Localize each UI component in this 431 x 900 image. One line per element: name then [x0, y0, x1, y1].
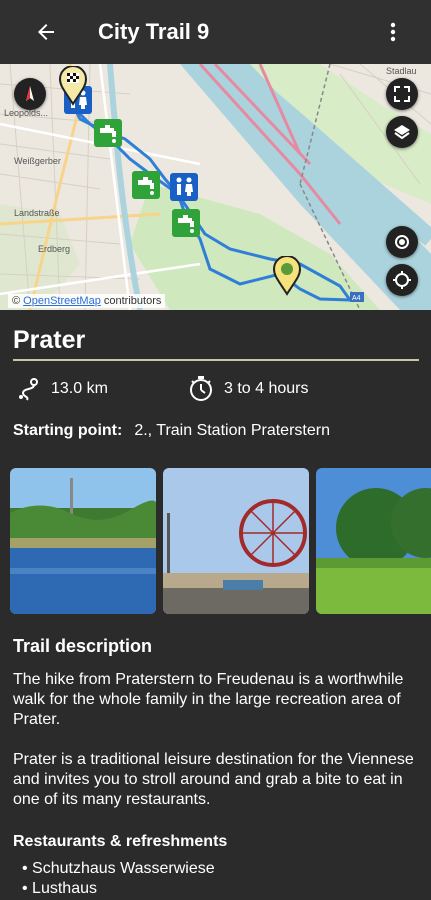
duration-value: 3 to 4 hours — [224, 380, 309, 397]
duration-stat: 3 to 4 hours — [186, 374, 309, 404]
toilet-poi-icon[interactable] — [170, 173, 198, 201]
restaurants-list: Schutzhaus Wasserwiese Lusthaus — [22, 859, 215, 899]
stopwatch-icon — [186, 374, 216, 404]
water-tap-poi-icon[interactable] — [94, 119, 122, 147]
fullscreen-button[interactable] — [386, 78, 418, 110]
compass-button[interactable] — [14, 78, 46, 110]
openstreetmap-link[interactable]: OpenStreetMap — [23, 295, 101, 307]
list-item: Schutzhaus Wasserwiese — [22, 859, 215, 879]
starting-point: Starting point: 2., Train Station Praters… — [13, 422, 330, 440]
fullscreen-icon — [394, 86, 410, 102]
description-paragraph-2: Prater is a traditional leisure destinat… — [13, 751, 414, 808]
back-button[interactable] — [18, 0, 74, 64]
gallery-photo[interactable] — [163, 468, 309, 614]
gallery-photo[interactable] — [316, 468, 431, 614]
description-title: Trail description — [13, 636, 153, 656]
trail-details: Prater 13.0 km 3 to 4 hours Starting poi… — [0, 310, 431, 900]
distance-stat: 13.0 km — [13, 374, 108, 404]
gallery-photo[interactable] — [10, 468, 156, 614]
arrow-back-icon — [38, 24, 54, 40]
start-flag-marker-icon[interactable] — [58, 66, 88, 106]
list-item: Lusthaus — [22, 879, 215, 899]
svg-text:Stadlau: Stadlau — [386, 66, 417, 76]
svg-text:Weißgerber: Weißgerber — [14, 156, 61, 166]
starting-point-label: Starting point: — [13, 422, 123, 439]
more-vert-icon — [390, 22, 396, 42]
svg-text:Erdberg: Erdberg — [38, 244, 70, 254]
layers-icon — [394, 125, 410, 140]
svg-text:A4: A4 — [352, 295, 361, 302]
layers-button[interactable] — [386, 116, 418, 148]
water-tap-poi-icon[interactable] — [132, 171, 160, 199]
distance-value: 13.0 km — [51, 380, 108, 397]
svg-text:Landstraße: Landstraße — [14, 208, 60, 218]
map-attribution: © OpenStreetMap contributors — [8, 294, 166, 308]
app-bar: City Trail 9 — [0, 0, 431, 64]
trail-map[interactable]: Leopolds... Weißgerber Landstraße Erdber… — [0, 64, 431, 310]
locate-button[interactable] — [386, 264, 418, 296]
page-title: City Trail 9 — [98, 19, 210, 44]
restaurants-title: Restaurants & refreshments — [13, 833, 228, 850]
trail-name: Prater — [13, 326, 86, 354]
water-tap-poi-icon[interactable] — [172, 209, 200, 237]
more-options-button[interactable] — [373, 0, 413, 64]
photo-gallery[interactable] — [10, 468, 431, 614]
my-location-icon — [395, 235, 409, 249]
description-paragraph-1: The hike from Praterstern to Freudenau i… — [13, 671, 404, 728]
starting-point-value: 2., Train Station Praterstern — [134, 422, 330, 439]
my-location-button[interactable] — [386, 226, 418, 258]
compass-icon — [26, 86, 34, 101]
locate-icon — [393, 271, 411, 289]
end-marker-icon[interactable] — [272, 256, 302, 296]
route-distance-icon — [13, 374, 43, 404]
title-underline — [13, 359, 419, 361]
